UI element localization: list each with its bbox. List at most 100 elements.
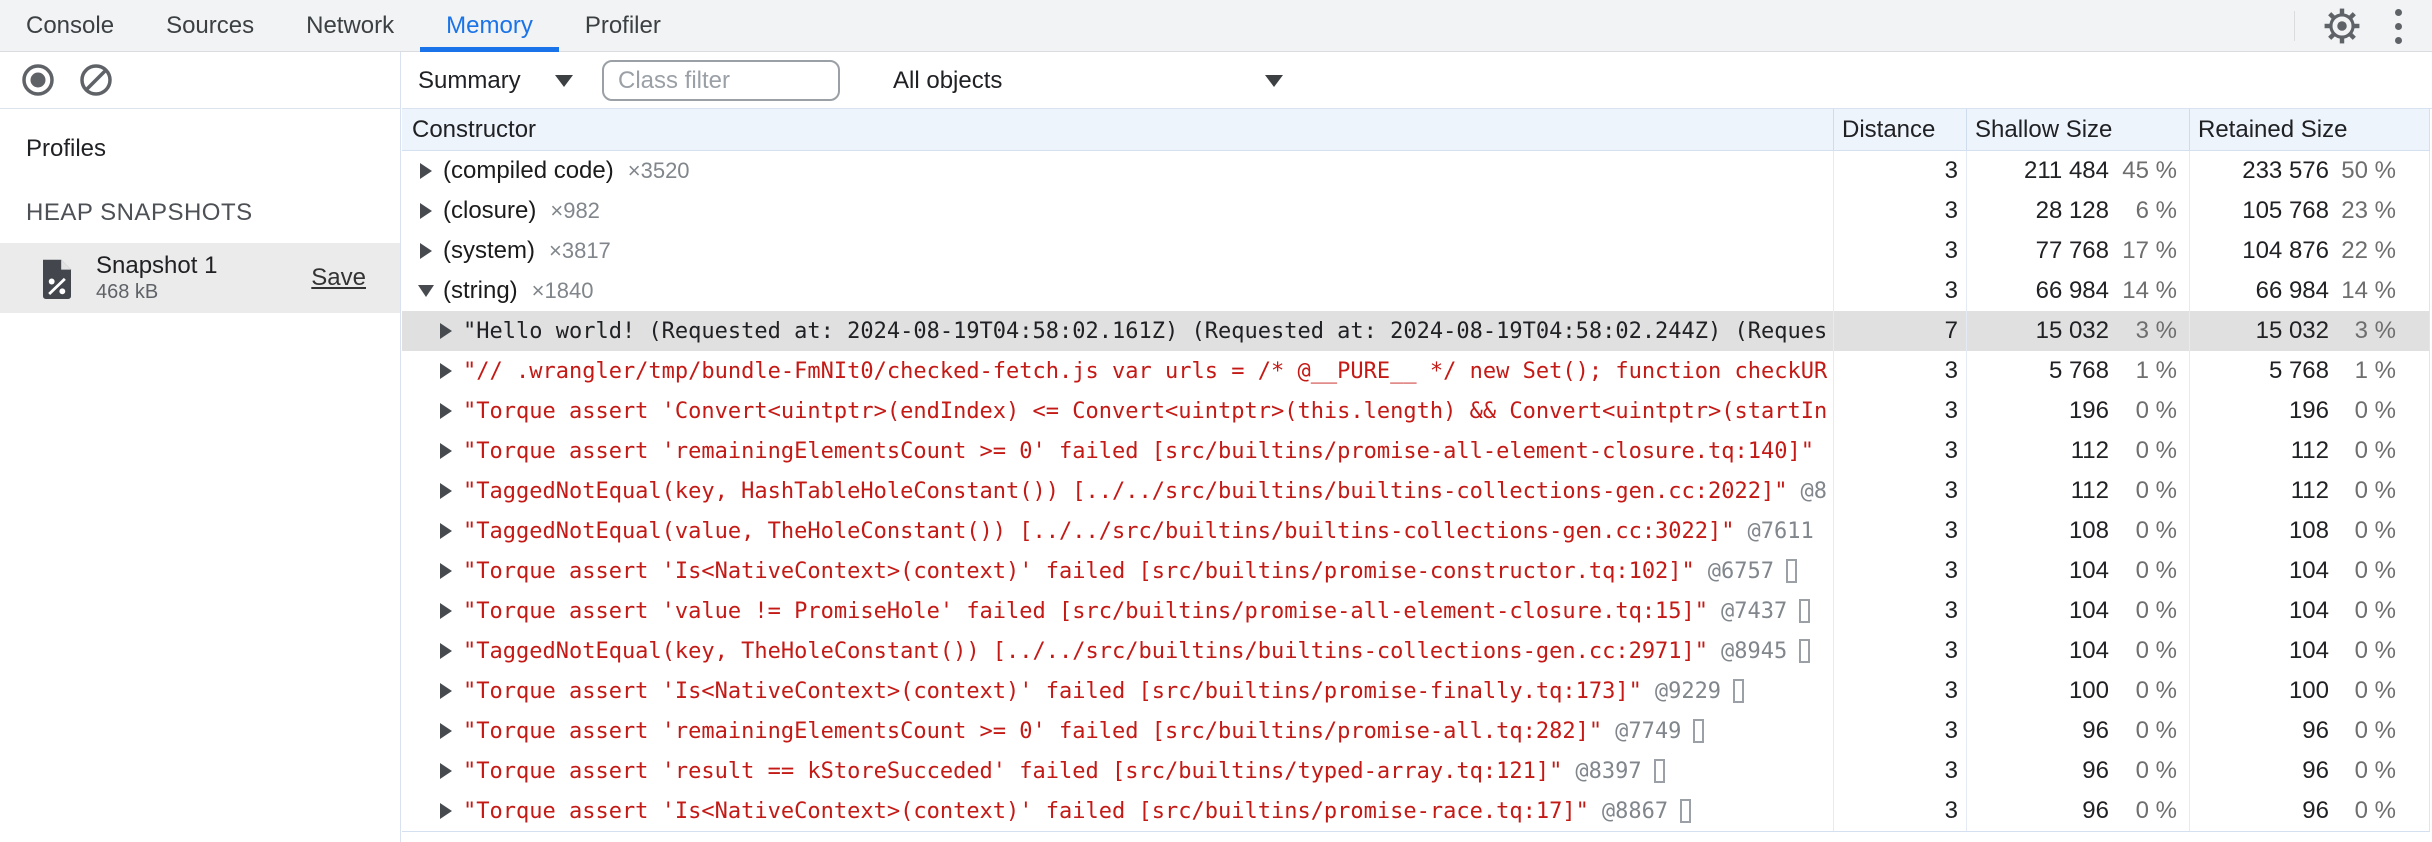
- object-id: @6757: [1707, 558, 1775, 584]
- grid-row[interactable]: "// .wrangler/tmp/bundle-FmNIt0/checked-…: [402, 351, 2429, 391]
- distance-cell: 7: [1833, 311, 1966, 351]
- constructor-cell: "TaggedNotEqual(key, TheHoleConstant()) …: [402, 631, 1833, 671]
- expand-triangle-icon[interactable]: [440, 363, 452, 379]
- column-header-constructor[interactable]: Constructor: [402, 109, 1833, 150]
- more-options-icon[interactable]: [2391, 5, 2406, 48]
- grid-row[interactable]: "Torque assert 'remainingElementsCount >…: [402, 711, 2429, 751]
- shallow-size-value: 104: [2068, 637, 2109, 664]
- expand-triangle-icon[interactable]: [420, 203, 432, 219]
- constructor-cell: "Torque assert 'remainingElementsCount >…: [402, 431, 1833, 471]
- snapshot-list-item[interactable]: Snapshot 1 468 kB Save: [0, 243, 400, 313]
- expand-triangle-icon[interactable]: [420, 163, 432, 179]
- grid-row[interactable]: (system) ×3817 3 77 768 17 % 104 876 22 %: [402, 231, 2429, 271]
- expand-triangle-icon[interactable]: [440, 763, 452, 779]
- shallow-size-percent: 0 %: [2135, 557, 2177, 584]
- grid-row[interactable]: "Torque assert 'value != PromiseHole' fa…: [402, 591, 2429, 631]
- retained-size-cell: 100 0 %: [2189, 671, 2429, 711]
- tab-profiler[interactable]: Profiler: [559, 0, 687, 51]
- constructor-cell: (closure) ×982: [402, 191, 1833, 231]
- expand-triangle-icon[interactable]: [440, 603, 452, 619]
- shallow-size-cell: 104 0 %: [1966, 631, 2189, 671]
- save-snapshot-link[interactable]: Save: [311, 264, 366, 292]
- class-filter-input[interactable]: [602, 60, 840, 101]
- expand-triangle-icon[interactable]: [420, 243, 432, 259]
- settings-gear-icon[interactable]: [2323, 7, 2361, 45]
- shallow-size-value: 104: [2068, 557, 2109, 584]
- collapse-triangle-icon[interactable]: [418, 285, 434, 297]
- tab-sources[interactable]: Sources: [140, 0, 280, 51]
- retained-size-value: 104 876: [2242, 237, 2329, 264]
- object-id: @7611: [1747, 518, 1814, 544]
- instance-count: ×3520: [627, 158, 690, 183]
- retained-size-cell: 112 0 %: [2189, 471, 2429, 511]
- instance-count: ×982: [550, 198, 600, 223]
- shallow-size-value: 196: [2068, 397, 2109, 424]
- column-header-distance[interactable]: Distance: [1833, 109, 1966, 150]
- retained-size-cell: 108 0 %: [2189, 511, 2429, 551]
- expand-triangle-icon[interactable]: [440, 803, 452, 819]
- string-value: "TaggedNotEqual(value, TheHoleConstant()…: [463, 518, 1735, 544]
- shallow-size-value: 96: [2082, 757, 2109, 784]
- constructor-cell: "Torque assert 'Is<NativeContext>(contex…: [402, 551, 1833, 591]
- distance-cell: 3: [1833, 591, 1966, 631]
- column-header-retained-size[interactable]: Retained Size: [2189, 109, 2429, 150]
- heap-data-grid: Constructor Distance Shallow Size Retain…: [402, 109, 2430, 832]
- grid-row[interactable]: (string) ×1840 3 66 984 14 % 66 984 14 %: [402, 271, 2429, 311]
- distance-cell: 3: [1833, 671, 1966, 711]
- grid-row[interactable]: "TaggedNotEqual(key, TheHoleConstant()) …: [402, 631, 2429, 671]
- string-value: "Torque assert 'Is<NativeContext>(contex…: [463, 678, 1642, 704]
- expand-triangle-icon[interactable]: [440, 563, 452, 579]
- objects-filter-select[interactable]: All objects: [893, 52, 1283, 109]
- string-value: "TaggedNotEqual(key, HashTableHoleConsta…: [463, 478, 1788, 504]
- retained-size-cell: 66 984 14 %: [2189, 271, 2429, 311]
- distance-cell: 3: [1833, 431, 1966, 471]
- expand-triangle-icon[interactable]: [440, 483, 452, 499]
- tab-sources-label: Sources: [166, 11, 255, 39]
- expand-triangle-icon[interactable]: [440, 403, 452, 419]
- grid-row[interactable]: "Torque assert 'result == kStoreSucceded…: [402, 751, 2429, 791]
- snapshot-size: 468 kB: [96, 281, 159, 303]
- expand-triangle-icon[interactable]: [440, 643, 452, 659]
- column-header-shallow-size[interactable]: Shallow Size: [1966, 109, 2189, 150]
- grid-row[interactable]: "Hello world! (Requested at: 2024-08-19T…: [402, 311, 2429, 351]
- grid-row[interactable]: "Torque assert 'Is<NativeContext>(contex…: [402, 791, 2429, 831]
- tab-network[interactable]: Network: [280, 0, 420, 51]
- expand-triangle-icon[interactable]: [440, 683, 452, 699]
- grid-row[interactable]: "TaggedNotEqual(key, HashTableHoleConsta…: [402, 471, 2429, 511]
- expand-triangle-icon[interactable]: [440, 723, 452, 739]
- grid-row[interactable]: (compiled code) ×3520 3 211 484 45 % 233 576 5…: [402, 151, 2429, 191]
- shallow-size-cell: 196 0 %: [1966, 391, 2189, 431]
- shallow-size-cell: 211 484 45 %: [1966, 151, 2189, 191]
- shallow-size-percent: 0 %: [2135, 477, 2177, 504]
- constructor-cell: "Torque assert 'Is<NativeContext>(contex…: [402, 671, 1833, 711]
- grid-row[interactable]: "Torque assert 'Is<NativeContext>(contex…: [402, 671, 2429, 711]
- retained-size-value: 100: [2288, 677, 2329, 704]
- shallow-size-cell: 96 0 %: [1966, 711, 2189, 751]
- tabbar-right-controls: [2294, 0, 2432, 52]
- grid-row[interactable]: "TaggedNotEqual(value, TheHoleConstant()…: [402, 511, 2429, 551]
- expand-triangle-icon[interactable]: [440, 523, 452, 539]
- expand-triangle-icon[interactable]: [440, 323, 452, 339]
- shallow-size-percent: 0 %: [2135, 597, 2177, 624]
- tab-memory[interactable]: Memory: [420, 0, 559, 52]
- retained-size-value: 5 768: [2268, 357, 2329, 384]
- shallow-size-value: 96: [2082, 797, 2109, 824]
- retained-size-percent: 0 %: [2354, 517, 2396, 544]
- shallow-size-value: 108: [2068, 517, 2109, 544]
- retained-size-value: 15 032: [2255, 317, 2329, 344]
- grid-row[interactable]: "Torque assert 'Convert<uintptr>(endInde…: [402, 391, 2429, 431]
- expand-triangle-icon[interactable]: [440, 443, 452, 459]
- grid-row[interactable]: "Torque assert 'Is<NativeContext>(contex…: [402, 551, 2429, 591]
- grid-row[interactable]: "Torque assert 'remainingElementsCount >…: [402, 431, 2429, 471]
- clear-all-profiles-icon[interactable]: [78, 62, 114, 98]
- constructor-name: (system): [443, 237, 535, 264]
- retained-size-percent: 0 %: [2354, 557, 2396, 584]
- perspective-select[interactable]: Summary: [418, 52, 573, 109]
- record-heap-snapshot-icon[interactable]: [20, 62, 56, 98]
- shallow-size-cell: 108 0 %: [1966, 511, 2189, 551]
- grid-row[interactable]: (closure) ×982 3 28 128 6 % 105 768 23 %: [402, 191, 2429, 231]
- tab-console[interactable]: Console: [0, 0, 140, 51]
- constructor-cell: "TaggedNotEqual(key, HashTableHoleConsta…: [402, 471, 1833, 511]
- missing-glyph-box: [1693, 719, 1705, 743]
- shallow-size-value: 15 032: [2035, 317, 2109, 344]
